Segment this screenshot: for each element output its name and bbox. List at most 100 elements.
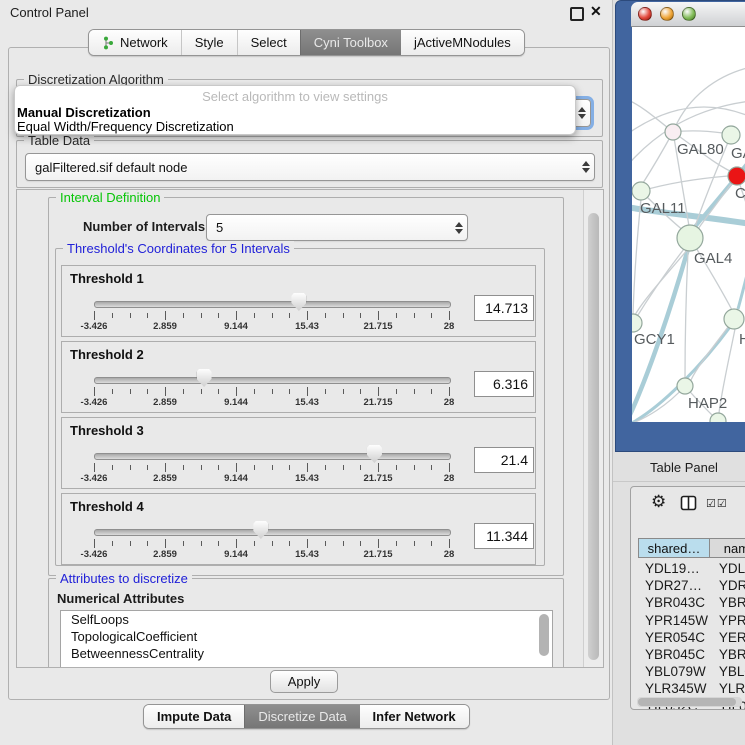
threshold-value-field[interactable]: 21.4 [474,447,534,473]
table-cell[interactable]: YDL19… [638,560,716,577]
network-window-titlebar[interactable] [631,2,745,27]
stepper-arrows-icon[interactable] [578,154,594,180]
column-header-shared-name[interactable]: shared… [638,538,710,558]
panel-title: Control Panel [10,5,89,20]
horizontal-scrollbar[interactable] [637,697,742,707]
network-node[interactable] [724,309,744,329]
close-traffic-light-icon[interactable] [638,7,652,21]
threshold-value-field[interactable]: 11.344 [474,523,534,549]
table-cell[interactable]: YLR3 [716,680,745,697]
network-node[interactable] [710,413,726,422]
slider-thumb[interactable] [367,445,382,463]
tab-label: Infer Network [373,705,456,728]
float-window-icon[interactable] [570,7,584,21]
table-cell[interactable]: YER054C [638,629,716,646]
network-edge[interactable] [738,249,745,309]
stepper-arrows-icon[interactable] [451,215,467,240]
slider-tick-label: 2.859 [153,397,177,408]
slider-thumb[interactable] [197,369,212,387]
table-row[interactable]: YLR345WYLR3 [638,680,745,697]
dropdown-option-manual-discretization[interactable]: Manual Discretization [17,105,151,120]
table-row[interactable]: YDR27…YDR2 [638,577,745,594]
table-row[interactable]: YBR045CYBR0 [638,646,745,663]
table-cell[interactable]: YBR0 [716,646,745,663]
table-cell[interactable]: YLR345W [638,680,716,697]
slider-tick [414,389,415,394]
slider-track[interactable] [94,301,451,308]
columns-icon[interactable] [680,495,697,511]
table-cell[interactable]: YDR2 [716,577,745,594]
table-cell[interactable]: YDR27… [638,577,716,594]
network-node[interactable] [722,126,740,144]
slider-track[interactable] [94,453,451,460]
scrollbar-thumb[interactable] [539,614,549,656]
tab-select[interactable]: Select [237,30,300,55]
slider-thumb[interactable] [253,521,268,539]
slider-tick [165,311,166,320]
table-cell[interactable]: YBL0 [716,663,745,680]
slider-track[interactable] [94,377,451,384]
threshold-value-field[interactable]: 14.713 [474,295,534,321]
slider-tick [236,463,237,472]
network-node[interactable] [728,167,745,185]
network-node[interactable] [677,225,703,251]
table-cell[interactable]: YPR1 [716,612,745,629]
slider-thumb[interactable] [291,293,306,311]
column-header-name[interactable]: name [710,538,745,558]
minimize-traffic-light-icon[interactable] [660,7,674,21]
apply-button[interactable]: Apply [270,670,338,693]
network-node[interactable] [632,314,642,332]
table-cell[interactable]: YDL1 [716,560,745,577]
table-cell[interactable]: YBL079W [638,663,716,680]
table-cell[interactable]: YBR043C [638,594,716,611]
tab-infer-network[interactable]: Infer Network [360,705,469,728]
zoom-traffic-light-icon[interactable] [682,7,696,21]
table-cell[interactable]: YBR0 [716,594,745,611]
checkboxes-icon[interactable]: ☑☑ [706,497,728,510]
attribute-item[interactable]: BetweennessCentrality [61,645,552,662]
table-row[interactable]: YER054CYER0 [638,629,745,646]
slider-tick [112,465,113,470]
vertical-scrollbar[interactable] [583,190,603,667]
network-node[interactable] [665,124,681,140]
dropdown-option-equal-width-frequency[interactable]: Equal Width/Frequency Discretization [17,119,234,134]
list-scrollbar[interactable] [539,613,550,668]
table-row[interactable]: YDL19…YDL1 [638,560,745,577]
scrollbar-thumb[interactable] [588,213,599,660]
tab-jactivemnodules[interactable]: jActiveMNodules [401,30,524,55]
slider-tick-labels: -3.4262.8599.14415.4321.71528 [94,549,449,561]
tab-style[interactable]: Style [181,30,237,55]
attribute-item[interactable]: SelfLoops [61,611,552,628]
slider-tick [360,465,361,470]
slider-tick [289,541,290,546]
gear-icon[interactable]: ⚙ [651,492,666,512]
slider-tick [307,311,308,320]
group-title: Threshold's Coordinates for 5 Intervals [63,241,294,256]
tab-impute-data[interactable]: Impute Data [144,705,244,728]
scrollbar-thumb[interactable] [638,698,736,706]
table-row[interactable]: YBR043CYBR0 [638,594,745,611]
table-row[interactable]: YBL079WYBL0 [638,663,745,680]
threshold-value-field[interactable]: 6.316 [474,371,534,397]
tab-cyni-toolbox[interactable]: Cyni Toolbox [300,30,401,55]
network-node[interactable] [677,378,693,394]
network-edge[interactable] [643,132,673,183]
table-cell[interactable]: YPR145W [638,612,716,629]
network-edge[interactable] [641,176,728,191]
table-data-combobox[interactable]: galFiltered.sif default node [25,153,595,181]
network-canvas[interactable]: GAL80GACGAL11GAL4GCY1HHAP2 [632,27,745,422]
slider-tick [183,465,184,470]
table-row[interactable]: YPR145WYPR1 [638,612,745,629]
close-icon[interactable]: ✕ [590,3,602,20]
attribute-item[interactable]: TopologicalCoefficient [61,628,552,645]
num-intervals-combobox[interactable]: 5 [206,214,468,241]
network-edge[interactable] [673,67,745,132]
table-cell[interactable]: YER0 [716,629,745,646]
stepper-arrows-icon[interactable] [574,100,590,126]
tab-discretize-data[interactable]: Discretize Data [244,705,359,728]
table-cell[interactable]: YBR045C [638,646,716,663]
tab-network[interactable]: Network [89,30,181,55]
network-node[interactable] [632,182,650,200]
slider-track[interactable] [94,529,451,536]
network-edge[interactable] [685,251,688,378]
